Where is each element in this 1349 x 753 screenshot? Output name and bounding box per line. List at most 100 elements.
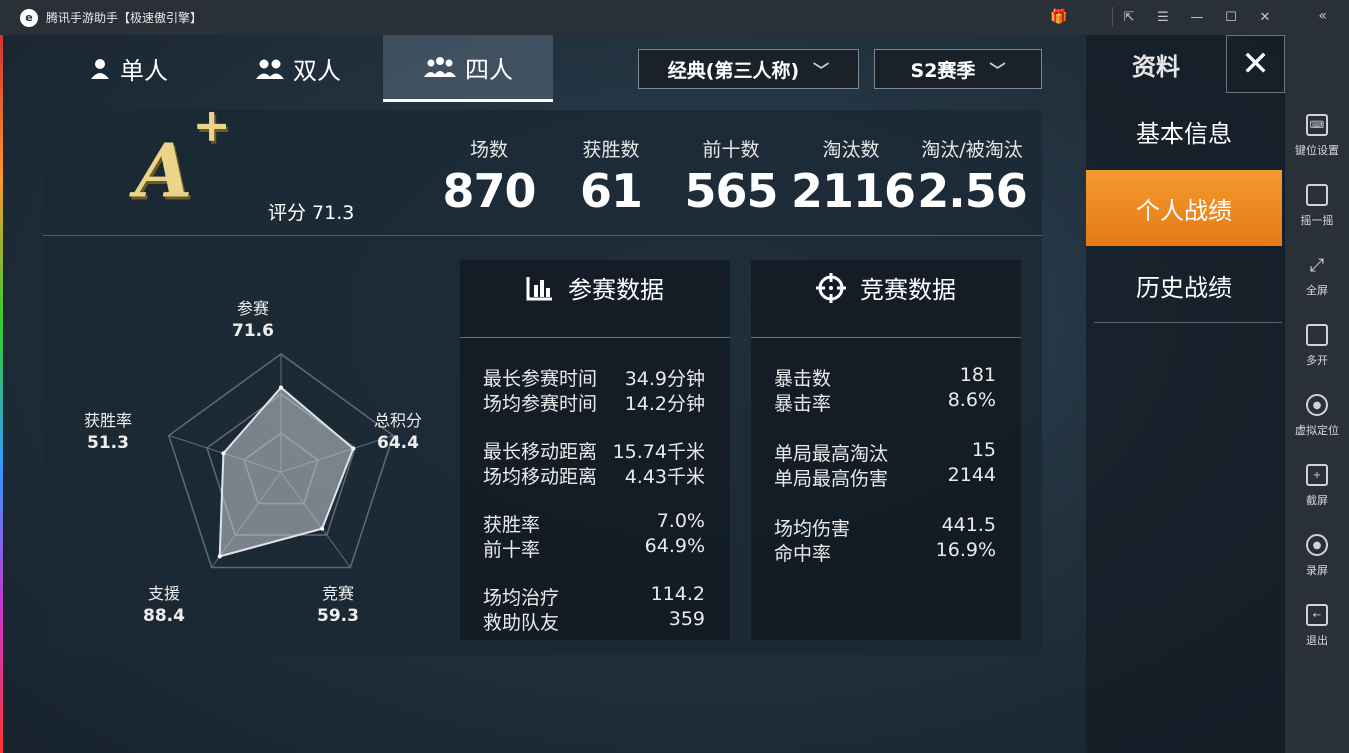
- row-label: 命中率: [774, 543, 832, 565]
- radar-label-support: 支援 88.4: [129, 583, 199, 627]
- menu-icon[interactable]: ☰: [1154, 9, 1172, 27]
- radar-axis-value: 71.6: [232, 321, 274, 341]
- row-value: 2144: [947, 464, 996, 486]
- radar-label-winrate: 获胜率 51.3: [68, 410, 148, 454]
- data-row: 暴击率 8.6%: [774, 389, 996, 416]
- row-label: 场均治疗: [483, 587, 560, 609]
- tab-label: 单人: [120, 57, 168, 85]
- radar-value-shape: [218, 386, 355, 558]
- sidebar-item-personal-stats[interactable]: 个人战绩: [1086, 170, 1282, 246]
- tool-fullscreen[interactable]: ⤢ 全屏: [1285, 250, 1349, 310]
- stat-kills: 淘汰数 2116: [791, 135, 916, 218]
- tool-label: 虚拟定位: [1295, 424, 1339, 437]
- row-value: 114.2: [650, 583, 705, 605]
- bar-chart-icon: [526, 276, 552, 300]
- perspective-select[interactable]: 经典(第三人称) ﹀: [638, 49, 859, 89]
- close-icon: ✕: [1241, 44, 1270, 84]
- keyboard-icon: ⌨: [1306, 114, 1328, 136]
- grade-letter: A: [135, 128, 193, 215]
- row-label: 场均移动距离: [483, 466, 598, 488]
- row-label: 最长参赛时间: [483, 368, 598, 390]
- data-row: 单局最高淘汰 15: [774, 439, 996, 466]
- stat-label: 淘汰数: [822, 139, 880, 161]
- row-value: 34.9分钟: [624, 368, 705, 390]
- radar-axis-name: 支援: [147, 584, 180, 603]
- row-label: 单局最高淘汰: [774, 443, 889, 465]
- tab-solo[interactable]: 单人: [43, 35, 213, 102]
- participation-box: 参赛数据 最长参赛时间 34.9分钟 场均参赛时间 14.2分钟 最长移动距离 15.…: [460, 260, 730, 640]
- stat-value: 61: [579, 164, 643, 218]
- stat-value: 565: [684, 164, 778, 218]
- tool-label: 截屏: [1306, 494, 1328, 507]
- tool-exit[interactable]: ← 退出: [1285, 600, 1349, 660]
- stat-kd: 淘汰/被淘汰 2.56: [912, 135, 1032, 218]
- row-value: 359: [668, 608, 705, 630]
- tool-screenshot[interactable]: + 截屏: [1285, 460, 1349, 520]
- tool-label: 键位设置: [1295, 144, 1339, 157]
- tool-label: 录屏: [1306, 564, 1328, 577]
- collapse-toolbar-icon[interactable]: «: [1318, 8, 1327, 24]
- sidebar-item-basic-info[interactable]: 基本信息: [1086, 93, 1282, 169]
- data-row: 场均移动距离 4.43千米: [483, 462, 705, 489]
- gift-icon[interactable]: 🎁: [1050, 8, 1068, 26]
- radar-point: [279, 385, 283, 390]
- stat-value: 870: [442, 164, 536, 218]
- stat-label: 获胜数: [582, 139, 640, 161]
- data-row: 场均治疗 114.2: [483, 583, 705, 610]
- stat-value: 2116: [791, 164, 916, 218]
- close-panel-button[interactable]: ✕: [1226, 35, 1285, 93]
- tab-duo[interactable]: 双人: [213, 35, 383, 102]
- stat-top10: 前十数 565: [671, 135, 791, 218]
- sidebar-divider: [1094, 322, 1282, 323]
- grade-plus: +: [192, 98, 231, 152]
- row-value: 14.2分钟: [624, 393, 705, 415]
- data-row: 获胜率 7.0%: [483, 510, 705, 537]
- rating-score: 评分 71.3: [268, 202, 355, 224]
- data-row: 前十率 64.9%: [483, 535, 705, 562]
- data-row: 场均伤害 441.5: [774, 514, 996, 541]
- competition-title: 竞赛数据: [860, 276, 956, 304]
- row-value: 8.6%: [947, 389, 996, 411]
- tool-keymap[interactable]: ⌨ 键位设置: [1285, 110, 1349, 170]
- data-row: 最长移动距离 15.74千米: [483, 437, 705, 464]
- sidebar-item-history[interactable]: 历史战绩: [1086, 247, 1282, 323]
- tab-squad[interactable]: 四人: [383, 35, 553, 102]
- row-label: 获胜率: [483, 514, 541, 536]
- tool-location[interactable]: ● 虚拟定位: [1285, 390, 1349, 450]
- row-value: 7.0%: [656, 510, 705, 532]
- row-label: 最长移动距离: [483, 441, 598, 463]
- radar-axis-value: 64.4: [377, 433, 419, 453]
- window-titlebar: e 腾讯手游助手【极速傲引擎】 🎁 ⇱ ☰ — ☐ ✕ «: [0, 0, 1349, 35]
- restore-icon[interactable]: ⇱: [1120, 9, 1138, 27]
- tool-label: 多开: [1306, 354, 1328, 367]
- tab-label: 双人: [293, 57, 341, 85]
- tool-label: 退出: [1306, 634, 1328, 647]
- radar-axis-name: 获胜率: [83, 411, 132, 430]
- tool-label: 摇一摇: [1300, 214, 1334, 227]
- grade-badge: A+: [135, 98, 231, 215]
- titlebar-divider: [1112, 7, 1113, 27]
- perspective-value: 经典(第三人称): [667, 59, 800, 82]
- exit-icon: ←: [1306, 604, 1328, 626]
- data-row: 最长参赛时间 34.9分钟: [483, 364, 705, 391]
- row-value: 181: [959, 364, 996, 386]
- row-label: 前十率: [483, 539, 541, 561]
- tool-record[interactable]: ● 录屏: [1285, 530, 1349, 590]
- tool-multi[interactable]: 多开: [1285, 320, 1349, 380]
- chevron-down-icon: ﹀: [989, 61, 1006, 80]
- tool-shake[interactable]: 摇一摇: [1285, 180, 1349, 240]
- location-icon: ●: [1306, 394, 1328, 416]
- season-select[interactable]: S2赛季 ﹀: [874, 49, 1042, 89]
- radar-axis-name: 参赛: [236, 299, 269, 318]
- minimize-icon[interactable]: —: [1188, 9, 1206, 27]
- stats-panel: A+ 评分 71.3 场数 870 获胜数 61 前十数 565 淘汰数 211…: [43, 98, 1042, 655]
- tab-label: 四人: [465, 55, 513, 84]
- screenshot-icon: +: [1306, 464, 1328, 486]
- participation-divider: [460, 337, 730, 338]
- close-icon[interactable]: ✕: [1256, 9, 1274, 27]
- maximize-icon[interactable]: ☐: [1222, 9, 1240, 27]
- squad-icon: [424, 57, 456, 77]
- competition-divider: [751, 337, 1021, 338]
- window-title: 腾讯手游助手【极速傲引擎】: [46, 11, 203, 25]
- data-row: 命中率 16.9%: [774, 539, 996, 566]
